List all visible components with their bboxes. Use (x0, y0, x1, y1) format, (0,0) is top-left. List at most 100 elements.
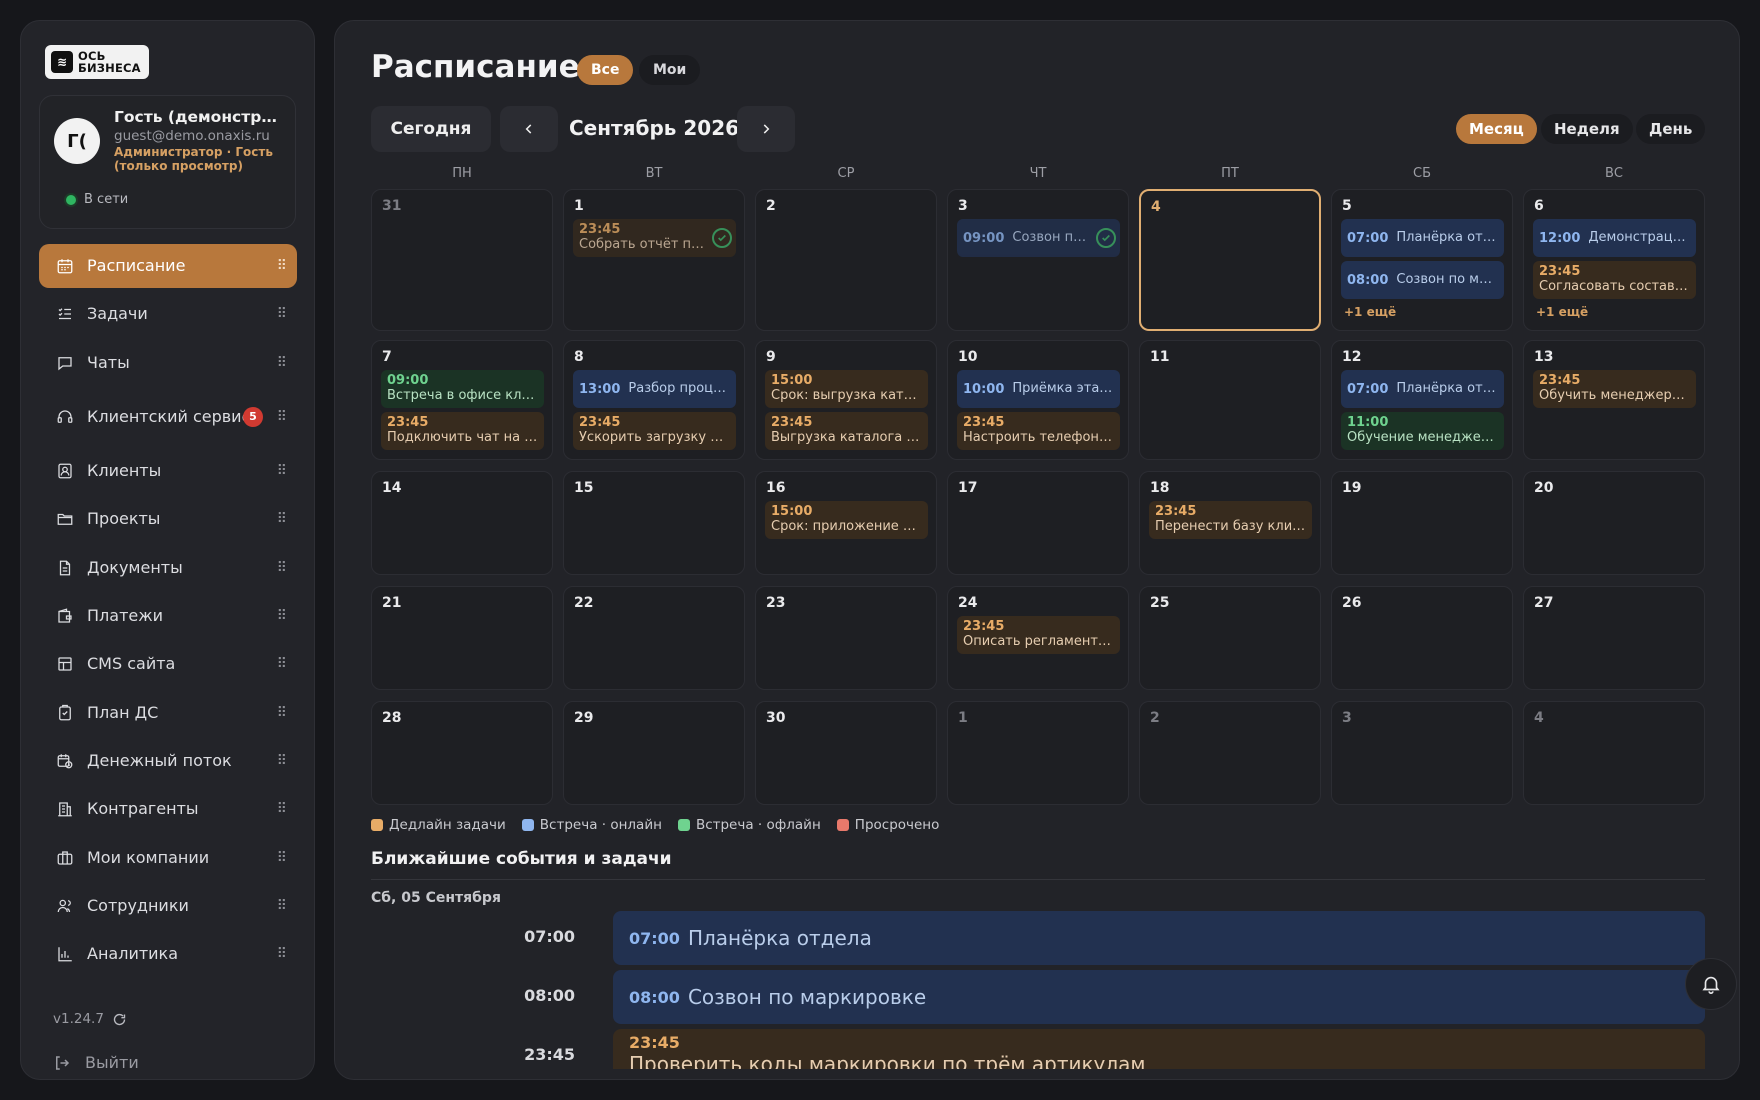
calendar-day-cell[interactable]: 3 09:00Созвон по остаткам (947, 189, 1129, 331)
filter-all-button[interactable]: Все (577, 55, 634, 85)
brand-logo[interactable]: ≋ ОСЬ БИЗНЕСА (45, 45, 149, 79)
drag-handle-icon[interactable]: ⠿ (277, 463, 287, 479)
calendar-day-cell[interactable]: 7 09:00Встреча в офисе клиента 23:45Подклю… (371, 340, 553, 460)
calendar-day-cell[interactable]: 18 23:45Перенести базу клиентов (1139, 471, 1321, 575)
view-week-button[interactable]: Неделя (1541, 114, 1633, 144)
filter-mine-button[interactable]: Мои (639, 55, 701, 85)
calendar-event[interactable]: 07:00 Планёрка отдела (1341, 370, 1504, 408)
sidebar-item-document[interactable]: Документы ⠿ (39, 546, 297, 590)
sidebar-item-headset[interactable]: Клиентский сервис 5 ⠿ (39, 389, 297, 445)
today-button[interactable]: Сегодня (371, 106, 491, 152)
calendar-day-cell[interactable]: 1 (947, 701, 1129, 805)
calendar-day-cell[interactable]: 27 (1523, 586, 1705, 690)
calendar-event[interactable]: 23:45 Настроить телефонию (957, 412, 1120, 450)
drag-handle-icon[interactable]: ⠿ (277, 409, 287, 425)
sidebar-item-chat[interactable]: Чаты ⠿ (39, 341, 297, 385)
calendar-day-cell[interactable]: 29 (563, 701, 745, 805)
refresh-icon[interactable] (112, 1012, 127, 1027)
sidebar-item-tasks[interactable]: Задачи ⠿ (39, 292, 297, 336)
prev-month-button[interactable] (500, 106, 558, 152)
calendar-event[interactable]: 23:45Ускорить загрузку каталога (573, 412, 736, 450)
calendar-day-cell[interactable]: 20 (1523, 471, 1705, 575)
calendar-day-cell[interactable]: 13 23:45Обучить менеджеров работе в CRM (1523, 340, 1705, 460)
calendar-day-cell[interactable]: 14 (371, 471, 553, 575)
calendar-day-cell[interactable]: 26 (1331, 586, 1513, 690)
calendar-day-cell[interactable]: 31 (371, 189, 553, 331)
calendar-day-cell[interactable]: 30 (755, 701, 937, 805)
calendar-event[interactable]: 23:45Перенести базу клиентов (1149, 501, 1312, 539)
calendar-event[interactable]: 12:00 Демонстрация личного кабинета (1533, 219, 1696, 257)
user-card[interactable]: Г( Гость (демонстрация) guest@demo.onaxi… (39, 95, 296, 229)
calendar-event[interactable]: 23:45Обучить менеджеров работе в CRM (1533, 370, 1696, 408)
calendar-event[interactable]: 23:45Выгрузка каталога на сайт (765, 412, 928, 450)
calendar-day-cell[interactable]: 3 (1331, 701, 1513, 805)
calendar-day-cell[interactable]: 17 (947, 471, 1129, 575)
sidebar-item-calendar[interactable]: Расписание ⠿ (39, 244, 297, 288)
calendar-event[interactable]: 23:45Описать регламент работы (957, 616, 1120, 654)
calendar-event[interactable]: 07:00 Планёрка отдела (1341, 219, 1504, 257)
drag-handle-icon[interactable]: ⠿ (277, 511, 287, 527)
calendar-event[interactable]: 11:00 Обучение менеджеров (1341, 412, 1504, 450)
sidebar-item-folder[interactable]: Проекты ⠿ (39, 497, 297, 541)
calendar-day-cell[interactable]: 16 15:00Срок: приложение для курьеров (755, 471, 937, 575)
drag-handle-icon[interactable]: ⠿ (277, 705, 287, 721)
drag-handle-icon[interactable]: ⠿ (277, 608, 287, 624)
calendar-event[interactable]: 08:00 Созвон по маркировке (1341, 261, 1504, 299)
calendar-day-cell[interactable]: 4 (1139, 189, 1321, 331)
drag-handle-icon[interactable]: ⠿ (277, 850, 287, 866)
calendar-day-cell[interactable]: 21 (371, 586, 553, 690)
calendar-day-cell[interactable]: 25 (1139, 586, 1321, 690)
calendar-event[interactable]: 23:45Собрать отчёт по продажам (573, 219, 736, 257)
calendar-day-cell[interactable]: 19 (1331, 471, 1513, 575)
calendar-day-cell[interactable]: 2 (1139, 701, 1321, 805)
sidebar-item-clipboard[interactable]: План ДС ⠿ (39, 691, 297, 735)
drag-handle-icon[interactable]: ⠿ (277, 306, 287, 322)
calendar-event[interactable]: 09:00Встреча в офисе клиента (381, 370, 544, 408)
sidebar-item-layout[interactable]: CMS сайта ⠿ (39, 642, 297, 686)
calendar-event[interactable]: 23:45Подключить чат на сайте (381, 412, 544, 450)
sidebar-item-wallet[interactable]: Платежи ⠿ (39, 594, 297, 638)
sidebar-item-calendar-clock[interactable]: Денежный поток ⠿ (39, 739, 297, 783)
calendar-event[interactable]: 15:00Срок: выгрузка каталога (765, 370, 928, 408)
drag-handle-icon[interactable]: ⠿ (277, 560, 287, 576)
calendar-day-cell[interactable]: 11 (1139, 340, 1321, 460)
upcoming-event[interactable]: 08:00 Созвон по маркировке (613, 970, 1705, 1024)
sidebar-item-building[interactable]: Контрагенты ⠿ (39, 787, 297, 831)
sidebar-item-briefcase[interactable]: Мои компании ⠿ (39, 836, 297, 880)
view-month-button[interactable]: Месяц (1456, 114, 1537, 144)
calendar-event[interactable]: 09:00Созвон по остаткам (957, 219, 1120, 257)
calendar-day-cell[interactable]: 15 (563, 471, 745, 575)
calendar-day-cell[interactable]: 10 10:00 Приёмка этапа: чат-бот 23:45Настро… (947, 340, 1129, 460)
calendar-day-cell[interactable]: 8 13:00 Разбор процесса продаж 23:45Ускорит… (563, 340, 745, 460)
calendar-day-cell[interactable]: 2 (755, 189, 937, 331)
drag-handle-icon[interactable]: ⠿ (277, 258, 287, 274)
calendar-event[interactable]: 13:00 Разбор процесса продаж (573, 370, 736, 408)
calendar-day-cell[interactable]: 24 23:45Описать регламент работы (947, 586, 1129, 690)
drag-handle-icon[interactable]: ⠿ (277, 898, 287, 914)
upcoming-event[interactable]: 07:00 Планёрка отдела (613, 911, 1705, 965)
calendar-event[interactable]: 15:00Срок: приложение для курьеров (765, 501, 928, 539)
more-events-link[interactable]: +1 ещё (1536, 305, 1588, 319)
more-events-link[interactable]: +1 ещё (1344, 305, 1396, 319)
calendar-event[interactable]: 23:45Согласовать состав поставки (1533, 261, 1696, 299)
calendar-day-cell[interactable]: 6 12:00 Демонстрация личного кабинета 23:45… (1523, 189, 1705, 331)
calendar-event[interactable]: 10:00 Приёмка этапа: чат-бот (957, 370, 1120, 408)
calendar-day-cell[interactable]: 22 (563, 586, 745, 690)
calendar-day-cell[interactable]: 1 23:45Собрать отчёт по продажам (563, 189, 745, 331)
drag-handle-icon[interactable]: ⠿ (277, 656, 287, 672)
sidebar-item-contact-card[interactable]: Клиенты ⠿ (39, 449, 297, 493)
calendar-day-cell[interactable]: 9 15:00Срок: выгрузка каталога 23:45Выгруз… (755, 340, 937, 460)
sidebar-item-bar-chart[interactable]: Аналитика ⠿ (39, 932, 297, 976)
calendar-day-cell[interactable]: 28 (371, 701, 553, 805)
drag-handle-icon[interactable]: ⠿ (277, 753, 287, 769)
drag-handle-icon[interactable]: ⠿ (277, 355, 287, 371)
logout-button[interactable]: Выйти (53, 1053, 139, 1072)
calendar-day-cell[interactable]: 12 07:00 Планёрка отдела 11:00Обучение мене… (1331, 340, 1513, 460)
sidebar-item-users[interactable]: Сотрудники ⠿ (39, 884, 297, 928)
notifications-button[interactable] (1685, 958, 1737, 1010)
calendar-day-cell[interactable]: 23 (755, 586, 937, 690)
upcoming-event[interactable]: 23:45 Проверить коды маркировки по трём а… (613, 1029, 1705, 1069)
view-day-button[interactable]: День (1636, 114, 1706, 144)
calendar-day-cell[interactable]: 5 07:00 Планёрка отдела 08:00 Созвон по марк… (1331, 189, 1513, 331)
calendar-day-cell[interactable]: 4 (1523, 701, 1705, 805)
